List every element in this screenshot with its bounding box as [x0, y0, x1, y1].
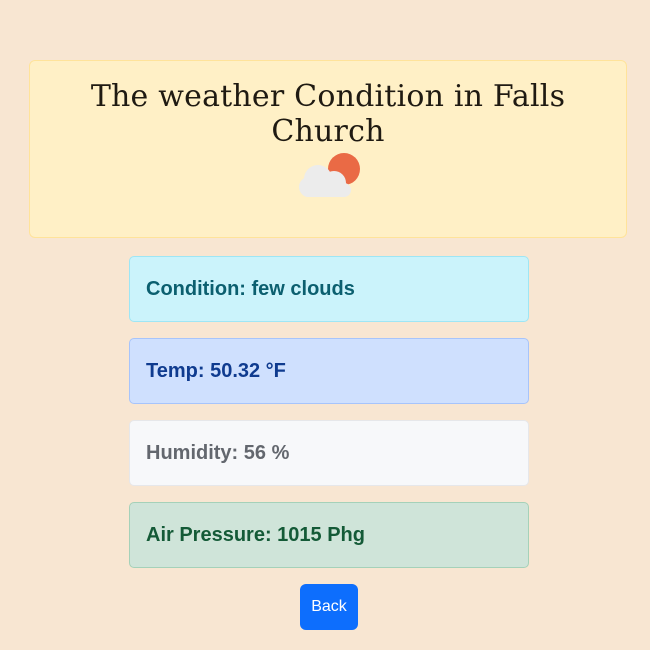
- air-pressure-box: Air Pressure: 1015 Phg: [129, 502, 529, 568]
- humidity-box: Humidity: 56 %: [129, 420, 529, 486]
- partly-cloudy-icon: [299, 153, 360, 197]
- header-card: The weather Condition in Falls Church: [29, 60, 627, 238]
- condition-box: Condition: few clouds: [129, 256, 529, 322]
- temperature-box: Temp: 50.32 °F: [129, 338, 529, 404]
- back-button[interactable]: Back: [300, 584, 358, 630]
- humidity-text: Humidity: 56 %: [146, 442, 290, 464]
- temperature-text: Temp: 50.32 °F: [146, 360, 286, 382]
- condition-text: Condition: few clouds: [146, 278, 355, 300]
- air-pressure-text: Air Pressure: 1015 Phg: [146, 524, 365, 546]
- page-title: The weather Condition in Falls Church: [90, 79, 566, 149]
